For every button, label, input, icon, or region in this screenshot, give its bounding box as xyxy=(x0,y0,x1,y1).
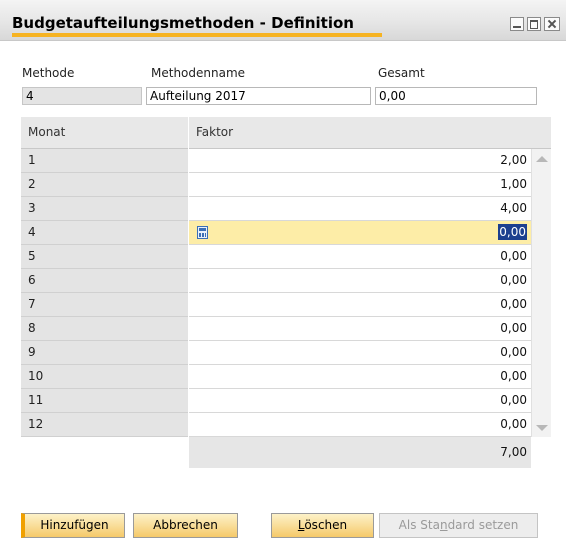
month-number: 7 xyxy=(28,297,36,311)
budget-method-window: Budgetaufteilungsmethoden - Definition M… xyxy=(0,0,566,547)
column-header-month[interactable]: Monat xyxy=(21,117,188,149)
month-number: 3 xyxy=(28,201,36,215)
month-cell[interactable]: 2 xyxy=(21,173,188,197)
method-name-label: Methodenname xyxy=(151,66,246,80)
set-standard-hotkey: n xyxy=(439,518,448,532)
total-label: Gesamt xyxy=(378,66,425,80)
factor-cell[interactable]: 0,00 xyxy=(189,341,531,365)
factor-cell[interactable]: 0,00 xyxy=(189,245,531,269)
month-number: 8 xyxy=(28,321,36,335)
scroll-down-icon[interactable] xyxy=(536,425,548,431)
month-cell[interactable]: 7 xyxy=(21,293,188,317)
month-cell[interactable]: 10 xyxy=(21,365,188,389)
cancel-button[interactable]: Abbrechen xyxy=(133,513,238,538)
set-as-standard-button[interactable]: Als Standard setzen xyxy=(379,513,538,538)
month-cell[interactable]: 3 xyxy=(21,197,188,221)
month-cell[interactable]: 11 xyxy=(21,389,188,413)
factor-value: 2,00 xyxy=(500,153,527,167)
month-cell[interactable]: 8 xyxy=(21,317,188,341)
scroll-up-icon[interactable] xyxy=(536,156,548,162)
factor-cell[interactable]: 0,00 xyxy=(189,293,531,317)
set-standard-label-b: dard setzen xyxy=(447,518,519,532)
method-field: 4 xyxy=(22,87,142,105)
window-title: Budgetaufteilungsmethoden - Definition xyxy=(12,14,354,32)
factor-value: 0,00 xyxy=(500,249,527,263)
factor-cell[interactable]: 0,00 xyxy=(189,365,531,389)
factor-value: 0,00 xyxy=(500,345,527,359)
month-cell[interactable]: 5 xyxy=(21,245,188,269)
month-number: 12 xyxy=(28,417,44,431)
factor-value: 0,00 xyxy=(500,393,527,407)
month-number: 11 xyxy=(28,393,44,407)
factor-cell[interactable]: 0,00 xyxy=(189,389,531,413)
factor-value: 1,00 xyxy=(500,177,527,191)
factor-value: 0,00 xyxy=(500,297,527,311)
column-header-factor-label: Faktor xyxy=(196,125,234,139)
close-icon[interactable] xyxy=(544,17,560,31)
factor-value: 4,00 xyxy=(500,201,527,215)
factor-cell[interactable]: 1,00 xyxy=(189,173,531,197)
month-number: 9 xyxy=(28,345,36,359)
method-label: Methode xyxy=(22,66,75,80)
minimize-icon[interactable] xyxy=(510,17,524,31)
month-cell[interactable]: 9 xyxy=(21,341,188,365)
month-number: 1 xyxy=(28,153,36,167)
factor-cell[interactable]: 4,00 xyxy=(189,197,531,221)
factor-value: 0,00 xyxy=(500,369,527,383)
month-number: 5 xyxy=(28,249,36,263)
grid-scrollbar[interactable] xyxy=(531,149,551,437)
month-number: 2 xyxy=(28,177,36,191)
month-cell[interactable]: 4 xyxy=(21,221,188,245)
title-accent-bar xyxy=(12,33,382,37)
factor-value: 0,00 xyxy=(500,273,527,287)
month-cell[interactable]: 12 xyxy=(21,413,188,437)
maximize-icon[interactable] xyxy=(527,17,541,31)
grid-sum-value: 7,00 xyxy=(500,445,527,459)
method-name-field[interactable]: Aufteilung 2017 xyxy=(146,87,371,105)
factor-cell[interactable]: 0,00 xyxy=(189,269,531,293)
set-standard-label-a: Als Sta xyxy=(398,518,440,532)
title-bar[interactable]: Budgetaufteilungsmethoden - Definition xyxy=(0,0,566,41)
month-cell[interactable]: 6 xyxy=(21,269,188,293)
delete-button[interactable]: Löschen xyxy=(271,513,374,538)
delete-button-label: öschen xyxy=(304,518,348,532)
grid-sum-row: 7,00 xyxy=(189,437,531,468)
month-number: 10 xyxy=(28,369,44,383)
factor-cell[interactable]: 0,00 xyxy=(189,317,531,341)
add-button[interactable]: Hinzufügen xyxy=(21,513,125,538)
factor-cell-active[interactable]: 0,00 xyxy=(189,221,531,245)
column-header-month-label: Monat xyxy=(28,125,66,139)
total-field[interactable]: 0,00 xyxy=(375,87,537,105)
factor-cell[interactable]: 0,00 xyxy=(189,413,531,437)
factor-value: 0,00 xyxy=(500,417,527,431)
calculator-icon[interactable] xyxy=(197,226,208,239)
month-number: 6 xyxy=(28,273,36,287)
month-cell[interactable]: 1 xyxy=(21,149,188,173)
factor-value: 0,00 xyxy=(498,224,527,240)
factor-value: 0,00 xyxy=(500,321,527,335)
month-number: 4 xyxy=(28,225,36,239)
column-header-factor[interactable]: Faktor xyxy=(189,117,551,149)
factor-cell[interactable]: 2,00 xyxy=(189,149,531,173)
